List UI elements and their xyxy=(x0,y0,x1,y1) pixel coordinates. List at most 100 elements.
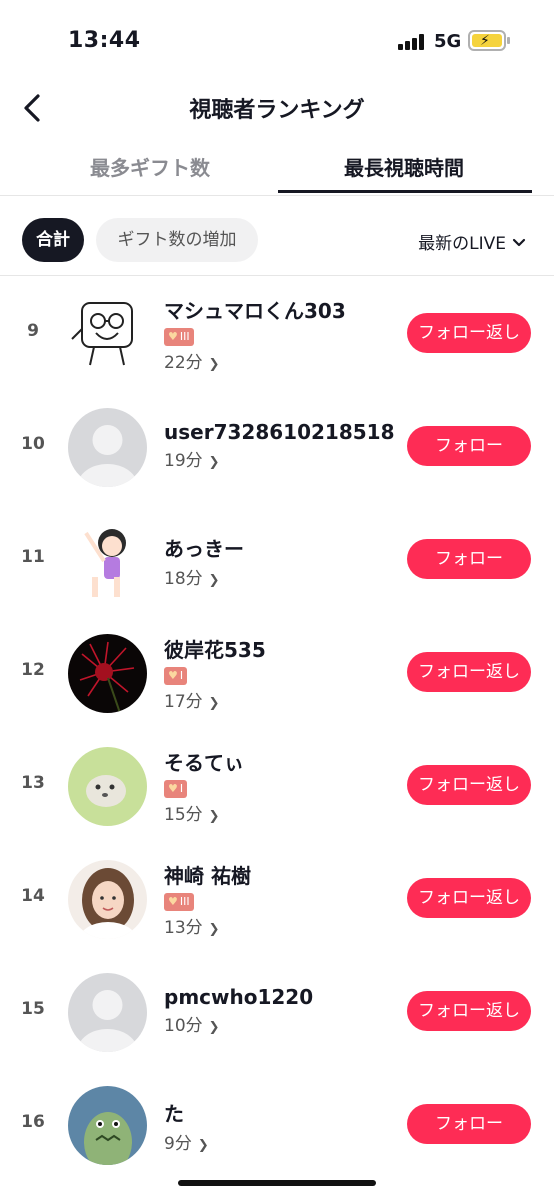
list-item[interactable]: 12 彼岸花535 ♥ I 17分 ❯ フォロー返し xyxy=(0,616,554,728)
watch-duration[interactable]: 17分 ❯ xyxy=(164,687,266,712)
duration-text: 10分 xyxy=(164,1016,203,1036)
chevron-right-icon: ❯ xyxy=(208,696,220,711)
signal-icon xyxy=(398,34,428,50)
avatar[interactable] xyxy=(68,521,147,600)
rank-number: 10 xyxy=(21,434,45,454)
tab-bar: 最多ギフト数 最長視聴時間 xyxy=(0,142,554,196)
list-item[interactable]: 11 あっきー 18分 ❯ フォロー xyxy=(0,503,554,615)
user-info: 彼岸花535 ♥ I 17分 ❯ xyxy=(164,634,266,712)
status-time: 13:44 xyxy=(68,28,141,53)
username: 神崎 祐樹 xyxy=(164,864,251,888)
duration-text: 13分 xyxy=(164,918,203,938)
chevron-right-icon: ❯ xyxy=(208,1020,220,1035)
sort-label: 最新のLIVE xyxy=(418,234,506,254)
chevron-right-icon: ❯ xyxy=(208,922,220,937)
duration-text: 22分 xyxy=(164,353,203,373)
user-info: マシュマロくん303 ♥ III 22分 ❯ xyxy=(164,295,346,373)
user-info: pmcwho1220 10分 ❯ xyxy=(164,985,313,1036)
chevron-right-icon: ❯ xyxy=(208,809,220,824)
watch-duration[interactable]: 9分 ❯ xyxy=(164,1129,209,1154)
follow-back-button[interactable]: フォロー返し xyxy=(407,313,531,353)
rank-number: 9 xyxy=(27,321,39,341)
status-bar: 13:44 5G ⚡ xyxy=(0,0,554,80)
page-title: 視聴者ランキング xyxy=(189,98,365,123)
user-info: そるてぃ ♥ I 15分 ❯ xyxy=(164,747,244,825)
duration-text: 17分 xyxy=(164,692,203,712)
follow-button[interactable]: フォロー xyxy=(407,426,531,466)
follow-back-button[interactable]: フォロー返し xyxy=(407,878,531,918)
follow-back-button[interactable]: フォロー返し xyxy=(407,991,531,1031)
fan-level-badge: ♥ III xyxy=(164,328,194,346)
user-info: 神崎 祐樹 ♥ III 13分 ❯ xyxy=(164,860,251,938)
list-item[interactable]: 15 pmcwho1220 10分 ❯ フォロー返し xyxy=(0,955,554,1067)
duration-text: 19分 xyxy=(164,451,203,471)
network-label: 5G xyxy=(434,31,462,52)
tab-longest-watch-time[interactable]: 最長視聴時間 xyxy=(279,152,529,181)
chevron-right-icon: ❯ xyxy=(197,1138,209,1153)
rank-number: 12 xyxy=(21,660,45,680)
badge-level: III xyxy=(179,330,190,343)
avatar[interactable] xyxy=(68,634,147,713)
username: そるてぃ xyxy=(164,751,244,775)
username: マシュマロくん303 xyxy=(164,299,346,323)
follow-back-button[interactable]: フォロー返し xyxy=(407,765,531,805)
user-info: た 9分 ❯ xyxy=(164,1098,209,1154)
username: あっきー xyxy=(164,537,244,561)
list-item[interactable]: 16 た 9分 ❯ フォロー xyxy=(0,1068,554,1180)
list-item[interactable]: 14 神崎 祐樹 ♥ III 13分 ❯ フォロー返し xyxy=(0,842,554,954)
rank-number: 14 xyxy=(21,886,45,906)
sort-dropdown[interactable]: 最新のLIVE xyxy=(418,229,526,254)
watch-duration[interactable]: 18分 ❯ xyxy=(164,564,244,589)
avatar[interactable] xyxy=(68,860,147,939)
heart-badge-icon: ♥ xyxy=(168,895,178,908)
chevron-right-icon: ❯ xyxy=(208,357,220,372)
fan-level-badge: ♥ I xyxy=(164,780,188,798)
watch-duration[interactable]: 22分 ❯ xyxy=(164,348,346,373)
heart-badge-icon: ♥ xyxy=(168,782,178,795)
list-item[interactable]: 9 マシュマロくん303 ♥ III 22分 ❯ フォロー返し xyxy=(0,277,554,389)
username: た xyxy=(164,1102,184,1126)
heart-badge-icon: ♥ xyxy=(168,669,178,682)
badge-level: III xyxy=(179,895,190,908)
header: 視聴者ランキング xyxy=(0,80,554,136)
avatar[interactable] xyxy=(68,1086,147,1165)
rank-number: 15 xyxy=(21,999,45,1019)
duration-text: 15分 xyxy=(164,805,203,825)
avatar[interactable] xyxy=(68,747,147,826)
user-info: あっきー 18分 ❯ xyxy=(164,533,244,589)
avatar[interactable] xyxy=(68,295,147,374)
filter-bar: 合計 ギフト数の増加 最新のLIVE xyxy=(0,212,554,276)
list-item[interactable]: 13 そるてぃ ♥ I 15分 ❯ フォロー返し xyxy=(0,729,554,841)
avatar[interactable] xyxy=(68,408,147,487)
battery-icon: ⚡ xyxy=(468,30,510,51)
watch-duration[interactable]: 19分 ❯ xyxy=(164,446,394,471)
active-tab-indicator xyxy=(278,190,532,193)
avatar[interactable] xyxy=(68,973,147,1052)
follow-back-button[interactable]: フォロー返し xyxy=(407,652,531,692)
watch-duration[interactable]: 13分 ❯ xyxy=(164,913,251,938)
fan-level-badge: ♥ III xyxy=(164,893,194,911)
filter-gift-increase-chip[interactable]: ギフト数の増加 xyxy=(96,218,258,262)
watch-duration[interactable]: 10分 ❯ xyxy=(164,1011,313,1036)
duration-text: 9分 xyxy=(164,1134,192,1154)
fan-level-badge: ♥ I xyxy=(164,667,188,685)
home-indicator[interactable] xyxy=(178,1180,376,1186)
badge-level: I xyxy=(179,782,184,795)
heart-badge-icon: ♥ xyxy=(168,330,178,343)
follow-button[interactable]: フォロー xyxy=(407,539,531,579)
badge-level: I xyxy=(179,669,184,682)
rank-number: 13 xyxy=(21,773,45,793)
follow-button[interactable]: フォロー xyxy=(407,1104,531,1144)
filter-total-chip[interactable]: 合計 xyxy=(22,218,84,262)
watch-duration[interactable]: 15分 ❯ xyxy=(164,800,244,825)
chevron-down-icon xyxy=(512,236,526,252)
rank-number: 16 xyxy=(21,1112,45,1132)
duration-text: 18分 xyxy=(164,569,203,589)
list-item[interactable]: 10 user7328610218518 19分 ❯ フォロー xyxy=(0,390,554,502)
tab-most-gifts[interactable]: 最多ギフト数 xyxy=(25,152,275,181)
username: pmcwho1220 xyxy=(164,985,314,1009)
rank-number: 11 xyxy=(21,547,45,567)
user-info: user7328610218518 19分 ❯ xyxy=(164,420,394,471)
username: 彼岸花535 xyxy=(164,638,266,662)
chevron-right-icon: ❯ xyxy=(208,573,220,588)
